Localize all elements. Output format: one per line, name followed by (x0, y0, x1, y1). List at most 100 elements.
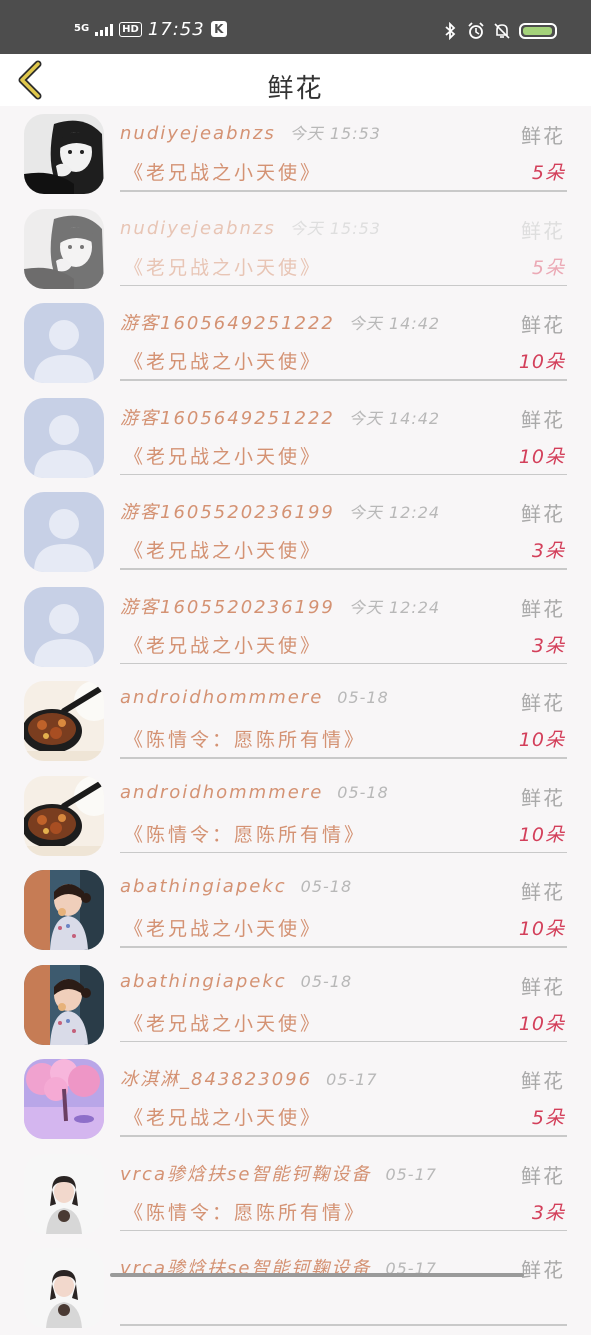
avatar[interactable] (24, 964, 104, 1045)
status-right (441, 20, 557, 42)
divider (120, 1040, 567, 1042)
list-item[interactable]: nudiyejeabnzs 今天 15:53 鲜花 《老兄战之小天使》 5朵 (0, 106, 591, 201)
flower-count: 3朵 (531, 634, 565, 657)
avatar[interactable] (24, 114, 104, 194)
book-title[interactable]: 《陈情令：愿陈所有情》 (124, 820, 366, 847)
name-line: 游客1605520236199 今天 12:24 (120, 498, 440, 524)
book-title[interactable]: 《老兄战之小天使》 (124, 253, 322, 280)
name-line: 游客1605649251222 今天 14:42 (120, 309, 440, 335)
divider (120, 190, 567, 192)
book-title[interactable]: 《老兄战之小天使》 (124, 1009, 322, 1036)
timestamp: 今天 15:53 (289, 218, 381, 238)
timestamp: 今天 14:42 (348, 408, 441, 428)
timestamp: 05-17 (326, 1070, 378, 1089)
list-item[interactable]: nudiyejeabnzs 今天 15:53 鲜花 《老兄战之小天使》 5朵 (0, 201, 591, 296)
user-name[interactable]: 游客1605649251222 (120, 313, 335, 334)
user-name[interactable]: nudiyejeabnzs (120, 218, 276, 239)
list-item[interactable]: 冰淇淋_843823096 05-17 鲜花《老兄战之小天使》 5朵 (0, 1051, 591, 1146)
divider (120, 662, 567, 664)
user-name[interactable]: 冰淇淋_843823096 (120, 1069, 312, 1090)
name-line: 游客1605520236199 今天 12:24 (120, 593, 440, 619)
avatar[interactable] (24, 775, 104, 856)
list-item[interactable]: vrca骖焓扶se智能钶鞠设备 05-17 鲜花《陈情令：愿陈所有情》 3朵 (0, 1146, 591, 1241)
book-title[interactable]: 《老兄战之小天使》 (124, 536, 322, 563)
name-line: androidhommmere 05-18 (120, 782, 389, 803)
avatar[interactable] (24, 1248, 104, 1328)
timestamp: 今天 15:53 (289, 124, 381, 143)
gift-type: 鲜花 (521, 596, 565, 621)
list-item[interactable]: androidhommmere 05-18 鲜花 《陈情令：愿陈所有情》 10朵 (0, 768, 591, 863)
status-left: 5G HD 17:53 K (74, 18, 227, 40)
list-item[interactable]: androidhommmere 05-18 鲜花 《陈情令：愿陈所有情》 10朵 (0, 673, 591, 768)
avatar[interactable] (24, 397, 104, 478)
book-title[interactable]: 《老兄战之小天使》 (124, 1103, 322, 1130)
gift-type: 鲜花 (521, 1069, 565, 1093)
flower-count: 3朵 (531, 540, 565, 562)
list-item[interactable]: 游客1605649251222 今天 14:42 鲜花 《老兄战之小天使》 10朵 (0, 295, 591, 390)
avatar[interactable] (24, 492, 104, 572)
book-title[interactable]: 《陈情令：愿陈所有情》 (124, 725, 366, 752)
alarm-icon (468, 22, 484, 39)
header: 鲜花 (0, 54, 591, 106)
flower-count: 10朵 (518, 729, 565, 751)
scroll-indicator (110, 1273, 524, 1277)
user-name[interactable]: androidhommmere (120, 687, 323, 708)
book-title[interactable]: 《陈情令：愿陈所有情》 (124, 1198, 366, 1225)
list-item[interactable]: 游客1605649251222 今天 14:42 鲜花 《老兄战之小天使》 10朵 (0, 390, 591, 485)
bluetooth-icon (445, 22, 456, 40)
flower-record-list[interactable]: nudiyejeabnzs 今天 15:53 鲜花 《老兄战之小天使》 5朵 nudiye… (0, 106, 591, 1335)
flower-count: 3朵 (531, 1201, 565, 1224)
avatar[interactable] (24, 303, 104, 383)
book-title[interactable]: 《老兄战之小天使》 (124, 442, 322, 469)
flower-count: 10朵 (518, 1012, 565, 1035)
gift-type: 鲜花 (521, 974, 565, 999)
list-item[interactable]: abathingiapekc 05-18 鲜花《老兄战之小天使》 10朵 (0, 957, 591, 1052)
flower-count: 10朵 (518, 351, 565, 373)
avatar[interactable] (24, 1059, 104, 1139)
user-name[interactable]: nudiyejeabnzs (120, 123, 276, 144)
divider (120, 1135, 567, 1137)
gift-type: 鲜花 (521, 502, 565, 526)
user-name[interactable]: abathingiapekc (120, 876, 287, 897)
book-title[interactable]: 《老兄战之小天使》 (124, 347, 322, 374)
flower-count: 10朵 (518, 823, 565, 846)
user-name[interactable]: abathingiapekc (120, 971, 287, 992)
user-name[interactable]: androidhommmere (120, 782, 323, 803)
timestamp: 05-18 (337, 688, 389, 707)
gift-type: 鲜花 (521, 407, 565, 432)
flower-count: 5朵 (531, 1107, 565, 1129)
name-line: abathingiapekc 05-18 (120, 876, 352, 897)
avatar[interactable] (24, 208, 104, 289)
user-name[interactable]: 游客1605520236199 (120, 597, 335, 618)
gift-type: 鲜花 (521, 1163, 565, 1188)
list-item[interactable]: 游客1605520236199 今天 12:24 鲜花《老兄战之小天使》 3朵 (0, 484, 591, 579)
page-title: 鲜花 (267, 74, 324, 104)
divider (120, 946, 567, 948)
avatar[interactable] (24, 586, 104, 667)
divider (120, 284, 567, 286)
avatar[interactable] (24, 681, 104, 761)
name-line: vrca骖焓扶se智能钶鞠设备 05-17 (120, 1160, 437, 1186)
book-title[interactable]: 《老兄战之小天使》 (124, 631, 322, 658)
timestamp: 05-18 (300, 971, 353, 991)
list-item[interactable]: 游客1605520236199 今天 12:24 鲜花《老兄战之小天使》 3朵 (0, 579, 591, 674)
avatar[interactable] (24, 1153, 104, 1234)
signal-icon (95, 22, 114, 36)
clock: 17:53 (147, 18, 205, 40)
timestamp: 今天 12:24 (348, 597, 441, 617)
status-bar: 5G HD 17:53 K (0, 0, 591, 54)
name-line: 冰淇淋_843823096 05-17 (120, 1065, 378, 1091)
user-name[interactable]: 游客1605649251222 (120, 408, 335, 429)
divider (120, 379, 567, 381)
hd-badge: HD (119, 21, 142, 37)
gift-type: 鲜花 (521, 218, 565, 243)
divider (120, 1229, 567, 1231)
avatar[interactable] (24, 870, 104, 950)
book-title[interactable]: 《老兄战之小天使》 (124, 914, 322, 941)
list-item[interactable]: vrca骖焓扶se智能钶鞠设备 05-17 鲜花 (0, 1240, 591, 1335)
name-line: 游客1605649251222 今天 14:42 (120, 404, 440, 430)
list-item[interactable]: abathingiapekc 05-18 鲜花 《老兄战之小天使》 10朵 (0, 862, 591, 957)
book-title[interactable]: 《老兄战之小天使》 (124, 158, 322, 185)
user-name[interactable]: 游客1605520236199 (120, 502, 335, 523)
user-name[interactable]: vrca骖焓扶se智能钶鞠设备 (120, 1164, 371, 1185)
